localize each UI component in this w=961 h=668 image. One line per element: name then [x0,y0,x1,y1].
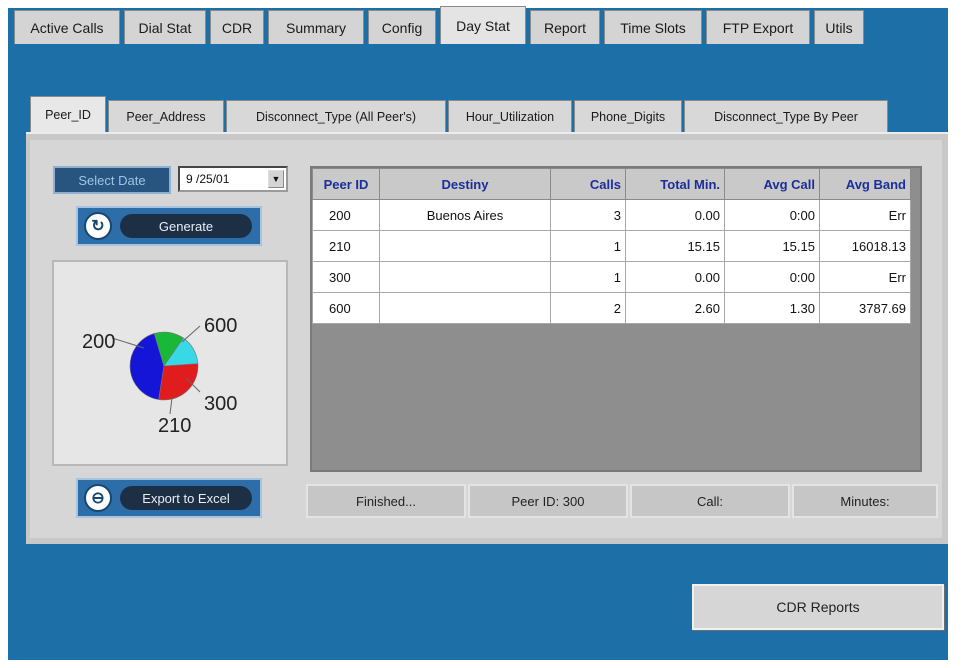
tab-time-slots[interactable]: Time Slots [604,10,702,44]
cell-peer-id: 300 [312,261,380,293]
export-label: Export to Excel [120,486,252,510]
table-row[interactable]: 300 1 0.00 0:00 Err [312,261,911,293]
cell-total-min: 2.60 [625,292,725,324]
tab-dial-stat[interactable]: Dial Stat [124,10,206,44]
table-row[interactable]: 600 2 2.60 1.30 3787.69 [312,292,911,324]
col-avg-call[interactable]: Avg Call [724,168,820,200]
pie-label-200: 200 [82,331,115,353]
refresh-icon: ↻ [84,212,112,240]
date-dropdown[interactable]: 9 /25/01 ▼ [178,166,288,192]
cell-avg-band: Err [819,199,911,231]
tab-config[interactable]: Config [368,10,436,44]
cell-calls: 1 [550,230,626,262]
cell-total-min: 0.00 [625,261,725,293]
status-minutes: Minutes: [792,484,938,518]
col-avg-band[interactable]: Avg Band [819,168,911,200]
tab-cdr[interactable]: CDR [210,10,264,44]
cell-avg-band: Err [819,261,911,293]
tab-utils[interactable]: Utils [814,10,864,44]
peer-stats-table: Peer ID Destiny Calls Total Min. Avg Cal… [312,168,911,324]
cell-avg-band: 16018.13 [819,230,911,262]
pie-leader-210 [169,397,173,415]
peer-stats-grid[interactable]: Peer ID Destiny Calls Total Min. Avg Cal… [310,166,922,472]
table-row[interactable]: 210 1 15.15 15.15 16018.13 [312,230,911,262]
cell-destiny: Buenos Aires [379,199,551,231]
cell-avg-call: 0:00 [724,261,820,293]
cell-avg-call: 15.15 [724,230,820,262]
tab-ftp-export[interactable]: FTP Export [706,10,810,44]
cell-peer-id: 600 [312,292,380,324]
cell-total-min: 15.15 [625,230,725,262]
tab-summary[interactable]: Summary [268,10,364,44]
tab-active-calls[interactable]: Active Calls [14,10,120,44]
col-peer-id[interactable]: Peer ID [312,168,380,200]
tab-report[interactable]: Report [530,10,600,44]
cell-peer-id: 210 [312,230,380,262]
generate-button[interactable]: ↻ Generate [76,206,262,246]
cell-total-min: 0.00 [625,199,725,231]
col-calls[interactable]: Calls [550,168,626,200]
tab-day-stat[interactable]: Day Stat [440,6,526,44]
pie-label-600: 600 [204,315,237,337]
col-destiny[interactable]: Destiny [379,168,551,200]
cell-avg-call: 0:00 [724,199,820,231]
subtab-peer-id[interactable]: Peer_ID [30,96,106,133]
peer-pie-chart: 200 600 300 210 [52,260,288,466]
select-date-button[interactable]: Select Date [53,166,171,194]
cell-avg-band: 3787.69 [819,292,911,324]
cdr-reports-button[interactable]: CDR Reports [692,584,944,630]
cell-destiny [379,261,551,293]
generate-label: Generate [120,214,252,238]
export-to-excel-button[interactable]: ⊖ Export to Excel [76,478,262,518]
cell-destiny [379,230,551,262]
pie-leader-600 [181,325,201,343]
subtab-phone-digits[interactable]: Phone_Digits [574,100,682,132]
col-total-min[interactable]: Total Min. [625,168,725,200]
pie-label-300: 300 [204,393,237,415]
table-header-row: Peer ID Destiny Calls Total Min. Avg Cal… [312,168,911,200]
cell-peer-id: 200 [312,199,380,231]
cell-avg-call: 1.30 [724,292,820,324]
cell-calls: 3 [550,199,626,231]
subtab-disconnect-type-by-peer[interactable]: Disconnect_Type By Peer [684,100,888,132]
cell-destiny [379,292,551,324]
status-state: Finished... [306,484,466,518]
pie-chart-svg: 200 600 300 210 [82,315,237,437]
chevron-down-icon[interactable]: ▼ [268,170,284,188]
cell-calls: 1 [550,261,626,293]
cell-calls: 2 [550,292,626,324]
date-value: 9 /25/01 [186,172,230,186]
subtab-hour-utilization[interactable]: Hour_Utilization [448,100,572,132]
table-row[interactable]: 200 Buenos Aires 3 0.00 0:00 Err [312,199,911,231]
export-icon: ⊖ [84,484,112,512]
status-peer-id: Peer ID: 300 [468,484,628,518]
status-call: Call: [630,484,790,518]
pie-slice-600 [158,363,199,401]
subtab-disconnect-type-all[interactable]: Disconnect_Type (All Peer's) [226,100,446,132]
subtab-peer-address[interactable]: Peer_Address [108,100,224,132]
pie-label-210: 210 [158,415,191,437]
